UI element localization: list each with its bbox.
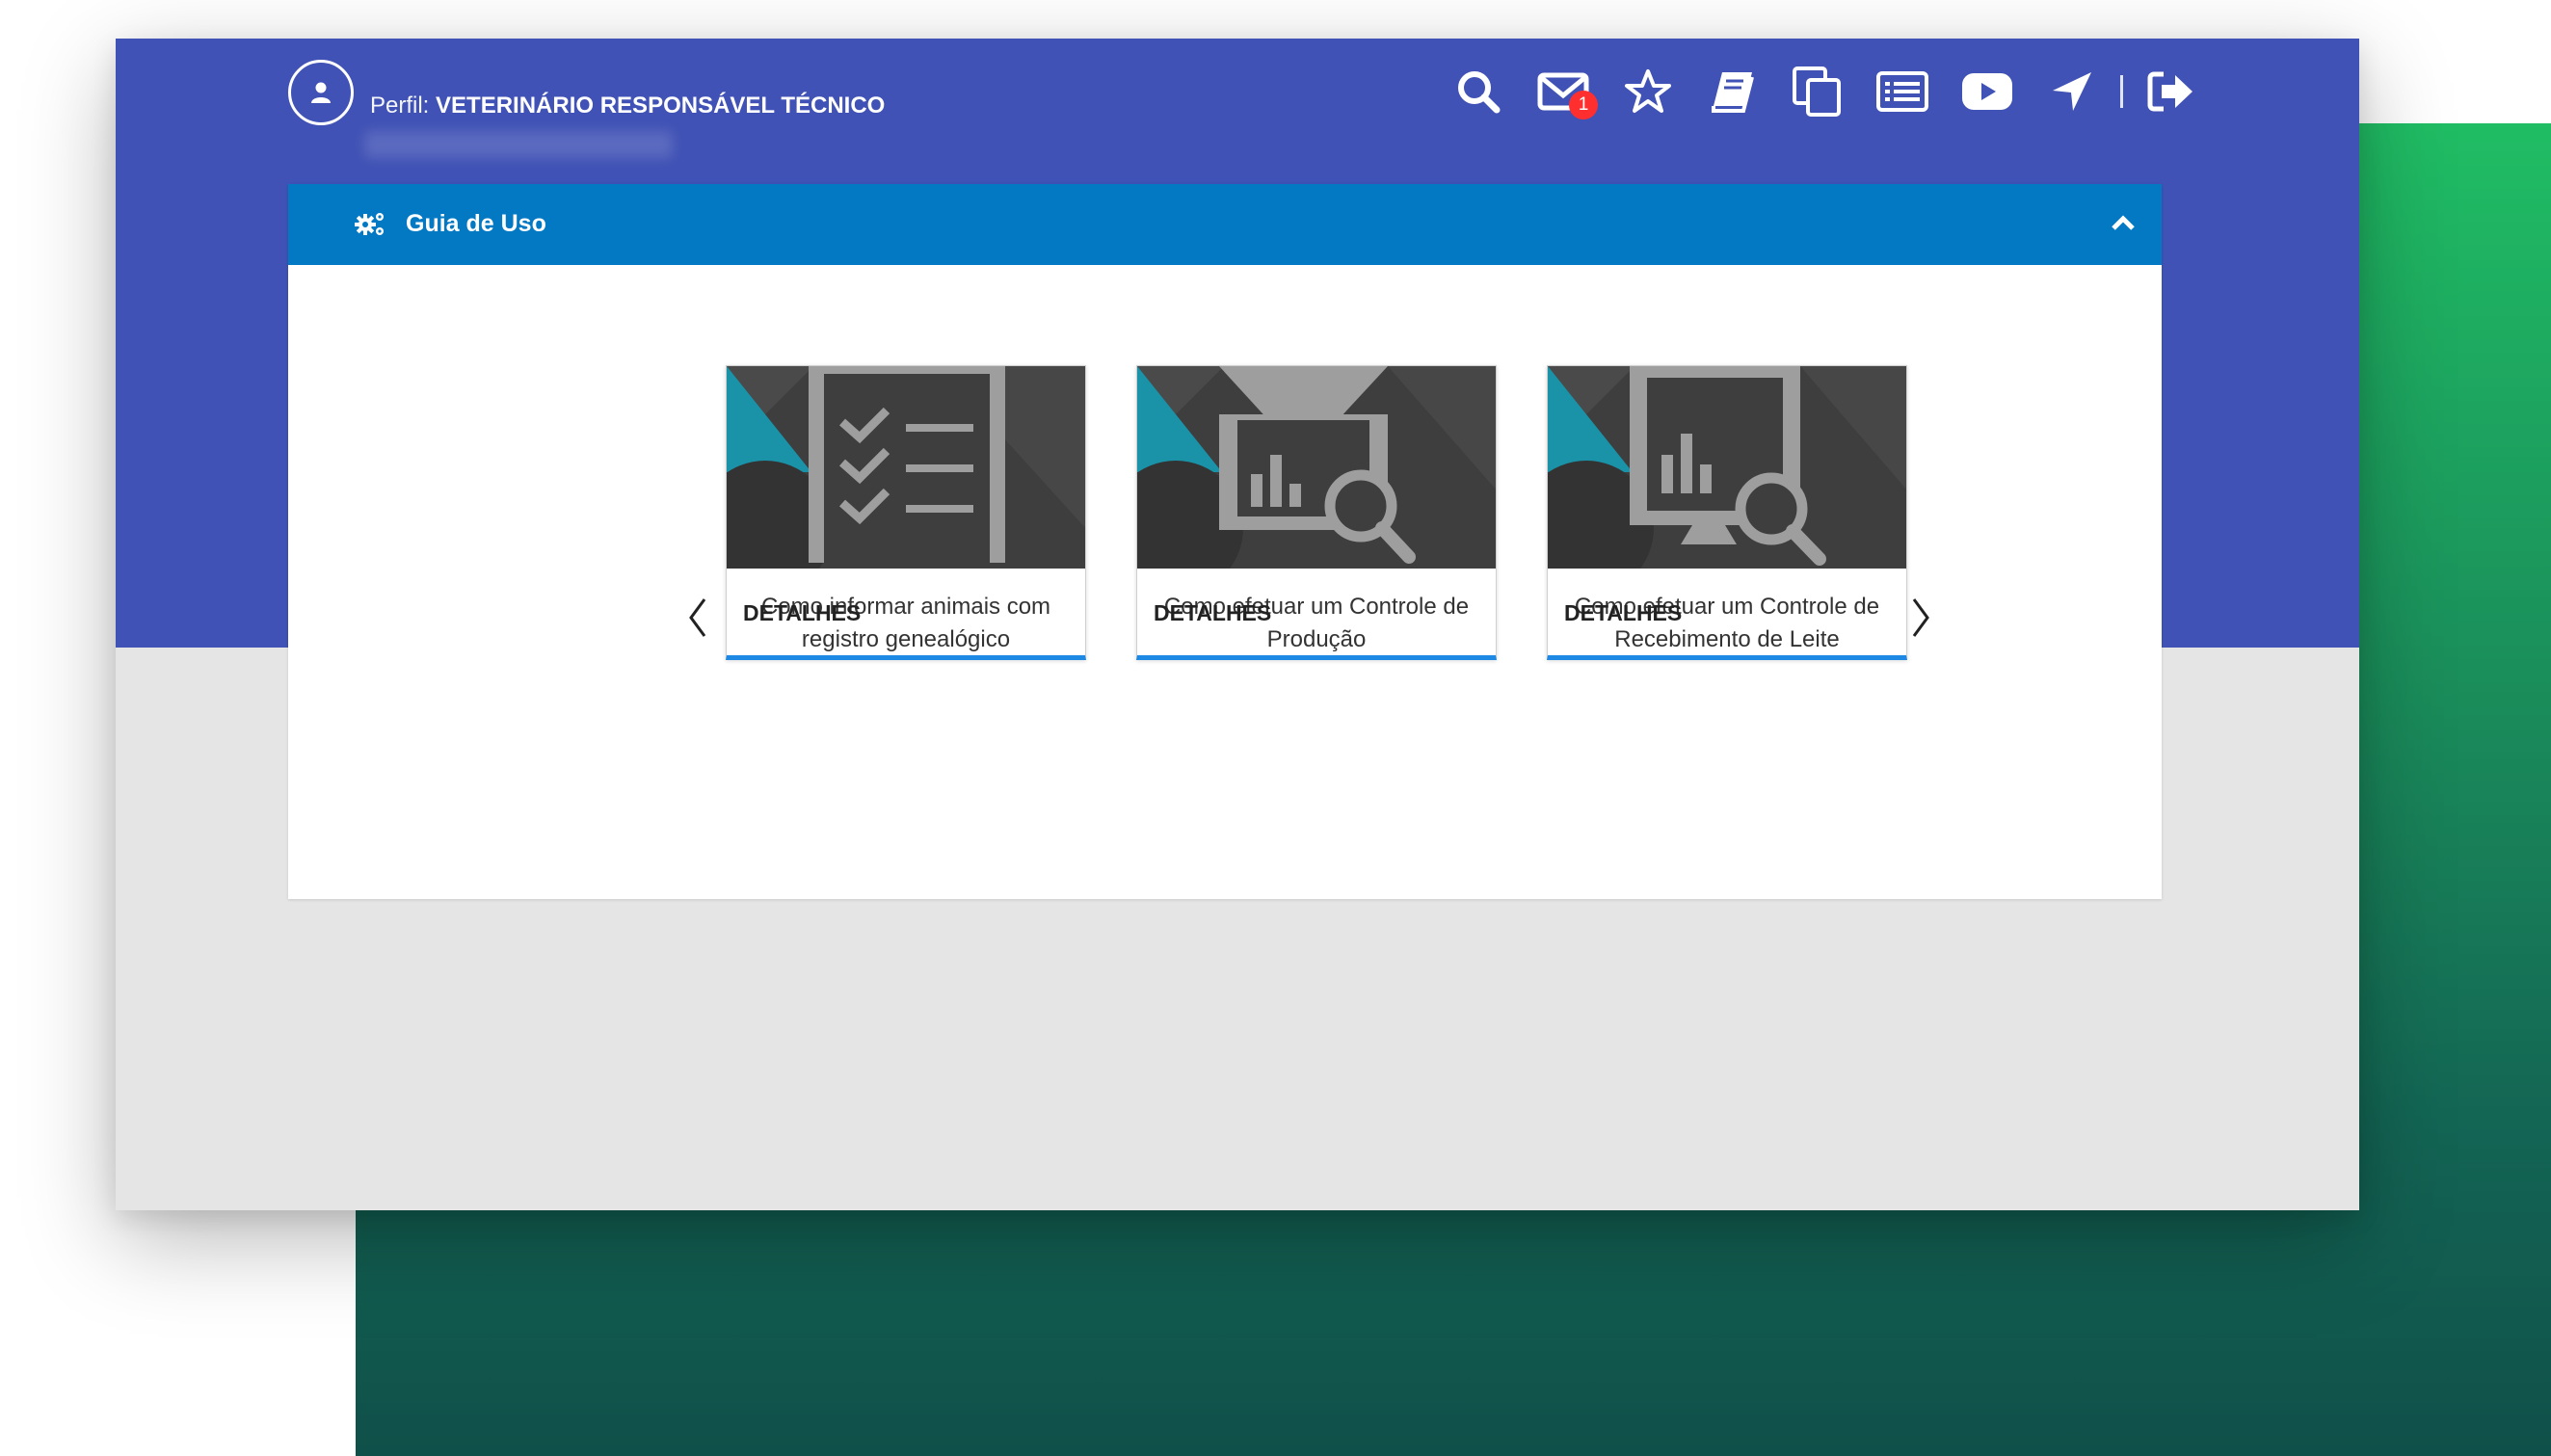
blurred-username [364,131,673,158]
copy-button[interactable] [1775,58,1860,125]
copy-icon [1793,66,1841,117]
youtube-button[interactable] [1945,58,2030,125]
location-arrow-icon [2053,72,2091,111]
card-image [727,366,1085,569]
details-link[interactable]: DETALHES [743,600,861,626]
guide-card[interactable]: Como informar animais com registro genea… [726,365,1086,660]
book-icon [1712,72,1754,113]
profile-value: VETERINÁRIO RESPONSÁVEL TÉCNICO [436,93,886,119]
logout-icon [2147,71,2192,112]
logout-button[interactable] [2129,58,2214,125]
guide-card[interactable]: Como efetuar um Controle de Recebimento … [1547,365,1907,660]
panel-title: Guia de Uso [406,210,546,237]
search-button[interactable] [1436,58,1521,125]
carousel-next-button[interactable] [1901,589,1940,647]
panel-header[interactable]: Guia de Uso [288,184,2162,265]
card-image [1548,366,1906,569]
list-icon [1876,71,1928,112]
chevron-left-icon [689,598,706,637]
carousel-prev-button[interactable] [678,589,717,647]
manual-button[interactable] [1690,58,1775,125]
chevron-up-icon [2112,215,2135,230]
top-toolbar: 1 [1436,58,2214,125]
app-window: Perfil: VETERINÁRIO RESPONSÁVEL TÉCNICO … [116,39,2359,1210]
search-icon [1458,71,1501,114]
youtube-icon [1962,73,2012,110]
favorites-button[interactable] [1606,58,1690,125]
details-link[interactable]: DETALHES [1564,600,1682,626]
chevron-right-icon [1912,598,1929,637]
messages-button[interactable]: 1 [1521,58,1606,125]
checklist-icon [809,366,1005,563]
usage-guide-panel: Guia de Uso Como informar animais com re… [288,184,2162,899]
user-avatar[interactable] [288,60,354,125]
location-button[interactable] [2030,58,2114,125]
collapse-button[interactable] [2104,203,2142,242]
details-link[interactable]: DETALHES [1154,600,1271,626]
list-button[interactable] [1860,58,1945,125]
gears-icon [355,213,384,235]
guide-card[interactable]: Como efetuar um Controle de Produção DET… [1136,365,1497,660]
profile-label: Perfil: [370,93,430,119]
card-image [1137,366,1496,569]
user-icon [311,82,331,103]
star-icon [1625,69,1671,113]
profile-line: Perfil: VETERINÁRIO RESPONSÁVEL TÉCNICO [370,93,885,119]
messages-badge: 1 [1569,91,1598,119]
toolbar-separator [2120,75,2123,108]
